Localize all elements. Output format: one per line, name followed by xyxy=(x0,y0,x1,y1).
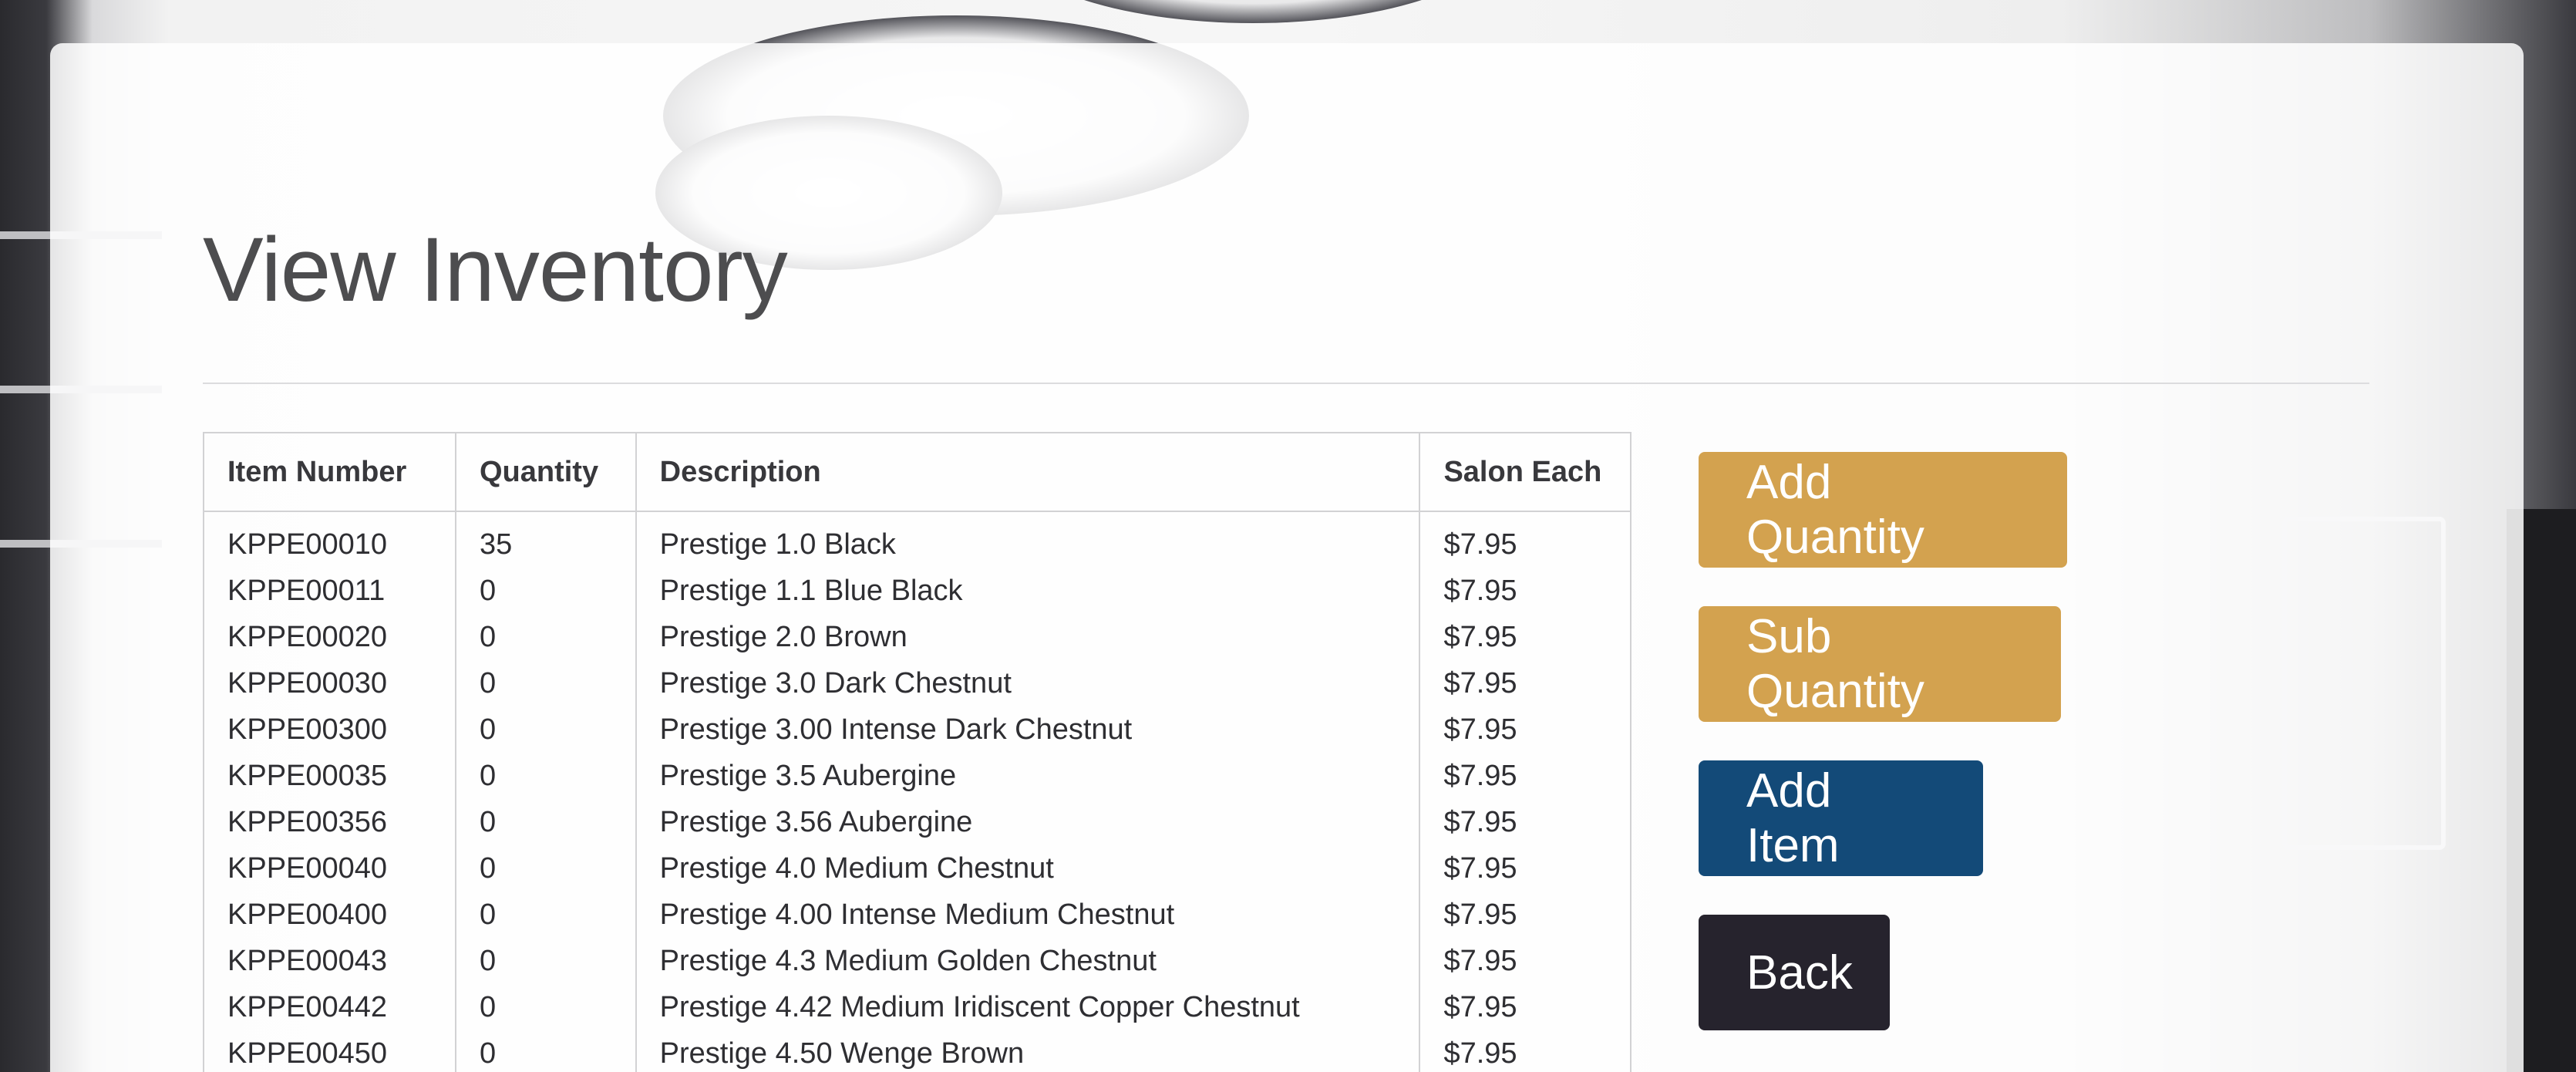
cell-quantity: 0 xyxy=(454,568,637,614)
cell-item-number: KPPE00020 xyxy=(203,614,456,660)
cell-salon-each: $7.95 xyxy=(1419,660,1631,706)
table-row[interactable]: KPPE00043 0 Prestige 4.3 Medium Golden Che… xyxy=(203,938,1631,984)
cell-description: Prestige 4.3 Medium Golden Chestnut xyxy=(635,938,1421,984)
inventory-table: Item Number Quantity Description Salon E… xyxy=(203,432,1631,1072)
table-row[interactable]: KPPE00356 0 Prestige 3.56 Aubergine $7.95 xyxy=(203,799,1631,845)
table-body: KPPE00010 35 Prestige 1.0 Black $7.95 KPPE00… xyxy=(203,511,1631,1072)
cell-description: Prestige 3.0 Dark Chestnut xyxy=(635,660,1421,706)
pendant-lamp xyxy=(1002,0,1504,23)
cell-item-number: KPPE00011 xyxy=(203,568,456,614)
cell-item-number: KPPE00442 xyxy=(203,984,456,1030)
cell-salon-each: $7.95 xyxy=(1419,799,1631,845)
cell-description: Prestige 4.42 Medium Iridiscent Copper C… xyxy=(635,984,1421,1030)
table-row[interactable]: KPPE00011 0 Prestige 1.1 Blue Black $7.95 xyxy=(203,568,1631,614)
add-item-button[interactable]: Add Item xyxy=(1699,760,1983,876)
cell-description: Prestige 4.0 Medium Chestnut xyxy=(635,845,1421,892)
cell-item-number: KPPE00040 xyxy=(203,845,456,892)
cell-salon-each: $7.95 xyxy=(1419,706,1631,753)
cell-description: Prestige 1.0 Black xyxy=(635,511,1421,568)
cell-item-number: KPPE00450 xyxy=(203,1030,456,1072)
table-row[interactable]: KPPE00030 0 Prestige 3.0 Dark Chestnut $7.9… xyxy=(203,660,1631,706)
cell-item-number: KPPE00043 xyxy=(203,938,456,984)
cell-salon-each: $7.95 xyxy=(1419,568,1631,614)
cell-quantity: 0 xyxy=(454,706,637,753)
cell-item-number: KPPE00300 xyxy=(203,706,456,753)
cell-quantity: 35 xyxy=(454,511,637,568)
cell-description: Prestige 3.00 Intense Dark Chestnut xyxy=(635,706,1421,753)
cell-item-number: KPPE00010 xyxy=(203,511,456,568)
column-header-item-number[interactable]: Item Number xyxy=(203,432,456,512)
table-row[interactable]: KPPE00450 0 Prestige 4.50 Wenge Brown $7.95 xyxy=(203,1030,1631,1072)
cell-description: Prestige 3.5 Aubergine xyxy=(635,753,1421,799)
table-row[interactable]: KPPE00010 35 Prestige 1.0 Black $7.95 xyxy=(203,511,1631,568)
cell-item-number: KPPE00356 xyxy=(203,799,456,845)
cell-quantity: 0 xyxy=(454,614,637,660)
table-row[interactable]: KPPE00040 0 Prestige 4.0 Medium Chestnut $7… xyxy=(203,845,1631,892)
cell-quantity: 0 xyxy=(454,660,637,706)
header-row: Item Number Quantity Description Salon E… xyxy=(203,432,1631,512)
page-title: View Inventory xyxy=(203,219,788,321)
table-row[interactable]: KPPE00400 0 Prestige 4.00 Intense Medium C… xyxy=(203,892,1631,938)
cell-quantity: 0 xyxy=(454,984,637,1030)
cell-salon-each: $7.95 xyxy=(1419,1030,1631,1072)
table-row[interactable]: KPPE00035 0 Prestige 3.5 Aubergine $7.95 xyxy=(203,753,1631,799)
cell-description: Prestige 1.1 Blue Black xyxy=(635,568,1421,614)
cell-salon-each: $7.95 xyxy=(1419,845,1631,892)
table-header: Item Number Quantity Description Salon E… xyxy=(203,432,1631,512)
cell-salon-each: $7.95 xyxy=(1419,892,1631,938)
table-row[interactable]: KPPE00020 0 Prestige 2.0 Brown $7.95 xyxy=(203,614,1631,660)
table-row[interactable]: KPPE00442 0 Prestige 4.42 Medium Iridiscen… xyxy=(203,984,1631,1030)
cell-salon-each: $7.95 xyxy=(1419,614,1631,660)
cell-salon-each: $7.95 xyxy=(1419,984,1631,1030)
cell-quantity: 0 xyxy=(454,753,637,799)
cell-description: Prestige 3.56 Aubergine xyxy=(635,799,1421,845)
cell-salon-each: $7.95 xyxy=(1419,511,1631,568)
back-button[interactable]: Back xyxy=(1699,915,1890,1030)
cell-quantity: 0 xyxy=(454,845,637,892)
add-quantity-button[interactable]: Add Quantity xyxy=(1699,452,2067,568)
sub-quantity-button[interactable]: Sub Quantity xyxy=(1699,606,2061,722)
cell-description: Prestige 4.00 Intense Medium Chestnut xyxy=(635,892,1421,938)
cell-item-number: KPPE00030 xyxy=(203,660,456,706)
cell-quantity: 0 xyxy=(454,938,637,984)
column-header-salon-each[interactable]: Salon Each xyxy=(1419,432,1631,512)
cell-description: Prestige 4.50 Wenge Brown xyxy=(635,1030,1421,1072)
cell-item-number: KPPE00400 xyxy=(203,892,456,938)
cell-description: Prestige 2.0 Brown xyxy=(635,614,1421,660)
column-header-quantity[interactable]: Quantity xyxy=(454,432,637,512)
cell-quantity: 0 xyxy=(454,799,637,845)
column-header-description[interactable]: Description xyxy=(635,432,1421,512)
cell-salon-each: $7.95 xyxy=(1419,753,1631,799)
cell-salon-each: $7.95 xyxy=(1419,938,1631,984)
title-divider xyxy=(203,383,2369,384)
cell-item-number: KPPE00035 xyxy=(203,753,456,799)
table-row[interactable]: KPPE00300 0 Prestige 3.00 Intense Dark Che… xyxy=(203,706,1631,753)
cell-quantity: 0 xyxy=(454,1030,637,1072)
cell-quantity: 0 xyxy=(454,892,637,938)
